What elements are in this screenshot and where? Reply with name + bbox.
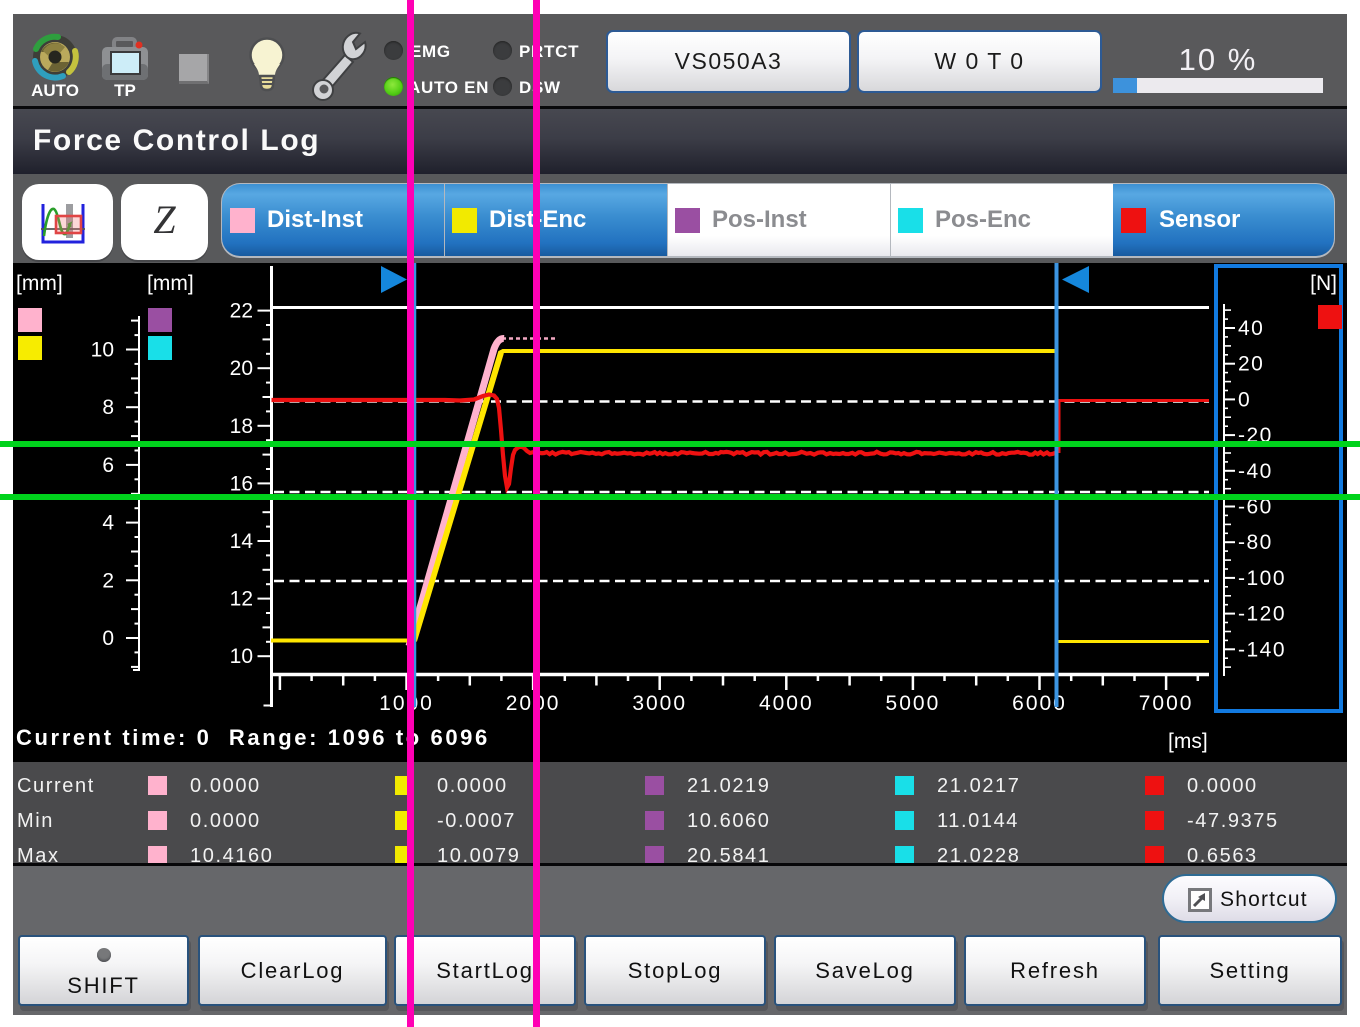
svg-text:-40: -40 (1238, 460, 1273, 483)
svg-text:4000: 4000 (759, 692, 814, 715)
svg-text:3000: 3000 (632, 692, 687, 715)
svg-text:16: 16 (230, 472, 253, 495)
svg-text:14: 14 (230, 530, 254, 553)
svg-text:TP: TP (114, 81, 136, 100)
svg-text:7000: 7000 (1139, 692, 1194, 715)
svg-text:6: 6 (102, 454, 114, 477)
svg-text:0: 0 (102, 627, 114, 650)
svg-text:10: 10 (230, 645, 253, 668)
svg-text:8: 8 (102, 396, 114, 419)
svg-text:-100: -100 (1238, 567, 1286, 590)
svg-text:-140: -140 (1238, 638, 1286, 661)
svg-text:18: 18 (230, 415, 253, 438)
svg-text:[mm]: [mm] (147, 272, 194, 295)
svg-text:[mm]: [mm] (16, 272, 63, 295)
svg-text:5000: 5000 (886, 692, 941, 715)
svg-text:10: 10 (91, 339, 114, 362)
svg-text:2: 2 (102, 569, 114, 592)
svg-text:-80: -80 (1238, 531, 1273, 554)
svg-text:[N]: [N] (1310, 272, 1337, 295)
svg-text:20: 20 (1238, 353, 1264, 376)
svg-text:[ms]: [ms] (1168, 730, 1208, 753)
svg-text:0: 0 (1238, 388, 1251, 411)
svg-text:4: 4 (102, 512, 114, 535)
svg-text:12: 12 (230, 588, 253, 611)
svg-text:40: 40 (1238, 317, 1264, 340)
svg-text:-120: -120 (1238, 603, 1286, 626)
svg-text:AUTO: AUTO (31, 81, 79, 100)
svg-text:Current time: 0 Range: 1096 t: Current time: 0 Range: 1096 to 6096 (16, 725, 490, 750)
svg-text:20: 20 (230, 357, 253, 380)
svg-text:22: 22 (230, 300, 253, 323)
svg-text:6000: 6000 (1012, 692, 1067, 715)
